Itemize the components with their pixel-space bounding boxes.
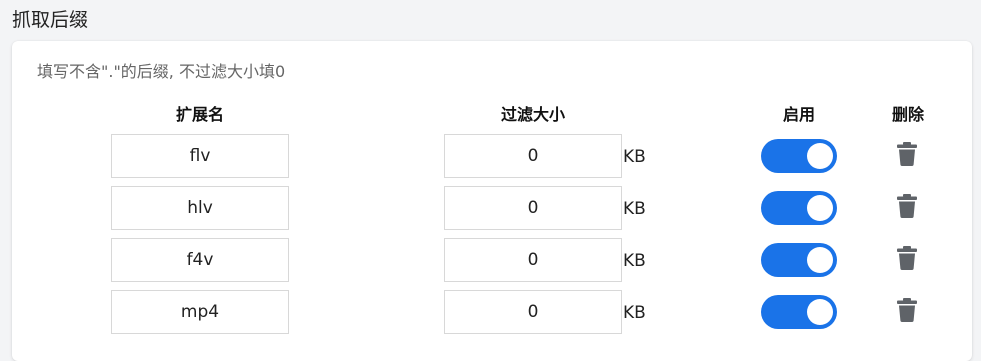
enable-toggle[interactable] [761, 243, 837, 277]
size-input[interactable] [444, 186, 622, 230]
enable-toggle[interactable] [761, 295, 837, 329]
suffix-row: KB [12, 134, 972, 180]
section-title: 抓取后缀 [12, 9, 89, 31]
size-input[interactable] [444, 134, 622, 178]
size-input[interactable] [444, 290, 622, 334]
header-delete: 删除 [891, 105, 924, 124]
extension-input[interactable] [111, 238, 289, 282]
toggle-knob [807, 195, 833, 221]
enable-toggle[interactable] [761, 139, 837, 173]
header-extension: 扩展名 [175, 105, 224, 124]
trash-icon[interactable] [897, 142, 917, 166]
header-filter-size: 过滤大小 [500, 105, 565, 124]
size-input[interactable] [444, 238, 622, 282]
suffix-row: KB [12, 290, 972, 336]
size-unit: KB [623, 199, 646, 219]
header-enable: 启用 [782, 105, 815, 124]
extension-input[interactable] [111, 290, 289, 334]
suffix-row: KB [12, 186, 972, 232]
hint-text: 填写不含"."的后缀, 不过滤大小填0 [37, 62, 286, 81]
size-unit: KB [623, 147, 646, 167]
enable-toggle[interactable] [761, 191, 837, 225]
toggle-knob [807, 247, 833, 273]
trash-icon[interactable] [897, 298, 917, 322]
toggle-knob [807, 299, 833, 325]
size-unit: KB [623, 303, 646, 323]
suffix-row: KB [12, 238, 972, 284]
toggle-knob [807, 143, 833, 169]
size-unit: KB [623, 251, 646, 271]
extension-input[interactable] [111, 134, 289, 178]
trash-icon[interactable] [897, 246, 917, 270]
extension-input[interactable] [111, 186, 289, 230]
suffix-panel: 填写不含"."的后缀, 不过滤大小填0 扩展名 过滤大小 启用 删除 KB KB… [12, 41, 972, 361]
trash-icon[interactable] [897, 194, 917, 218]
